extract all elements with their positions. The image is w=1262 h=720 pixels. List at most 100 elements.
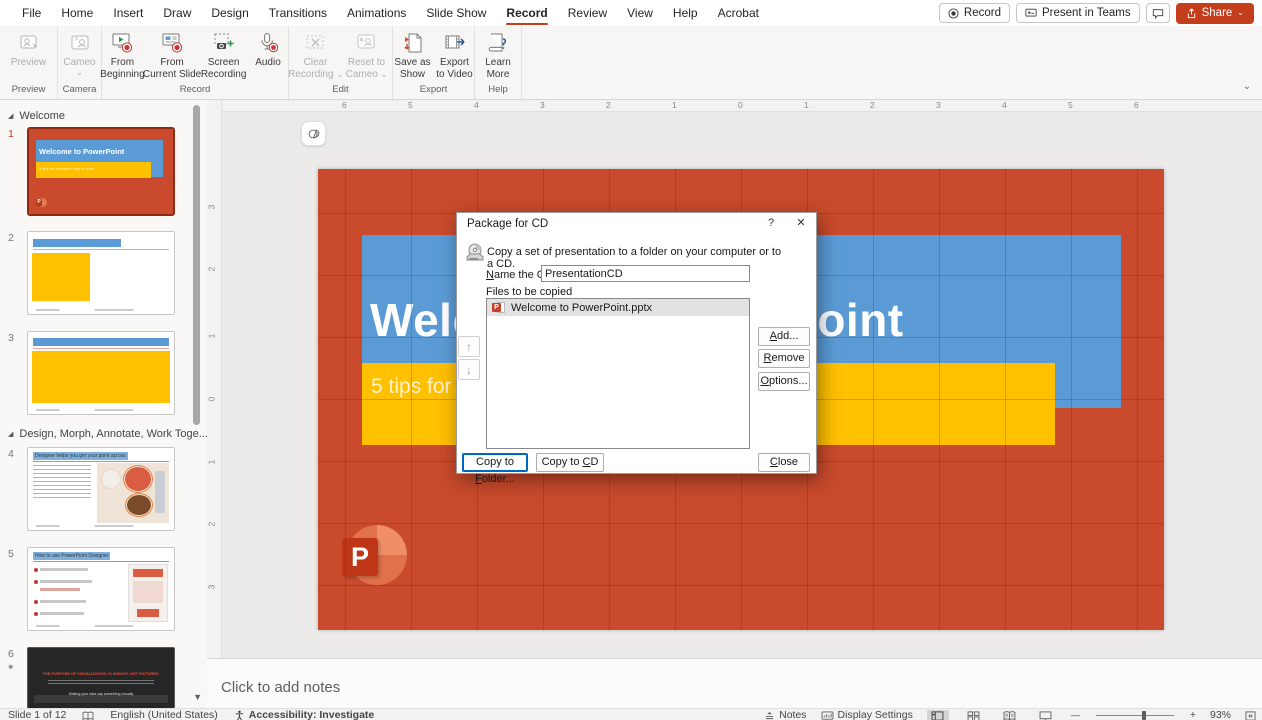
share-chevron-icon: ⌄ (1237, 9, 1244, 17)
move-up-button[interactable]: ↑ (458, 336, 480, 357)
cd-drive-icon (465, 243, 485, 265)
move-down-button[interactable]: ↓ (458, 359, 480, 380)
display-settings-icon (821, 711, 834, 720)
cd-name-input[interactable] (541, 265, 750, 282)
section-collapse-icon: ◢ (8, 430, 13, 438)
menu-acrobat[interactable]: Acrobat (708, 1, 769, 25)
ribbon-group-export: Save asShow Exportto Video Export (393, 26, 475, 99)
normal-view-button[interactable] (927, 710, 949, 720)
powerpoint-logo[interactable]: P (347, 525, 407, 585)
menu-draw[interactable]: Draw (153, 1, 201, 25)
copy-to-folder-button[interactable]: Copy to Folder... (462, 453, 528, 472)
clear-recording-button[interactable]: ClearRecording ⌄ (291, 29, 341, 80)
ribbon-group-label-edit: Edit (289, 83, 392, 99)
file-list-item[interactable]: P Welcome to PowerPoint.pptx (487, 299, 749, 316)
share-icon (1186, 8, 1197, 19)
slide-4-thumbnail[interactable]: Designer helps you get your point across (27, 447, 175, 531)
menu-transitions[interactable]: Transitions (259, 1, 337, 25)
zoom-level[interactable]: 93% (1210, 709, 1231, 720)
ribbon-group-label-export: Export (393, 83, 474, 99)
scroll-down-icon[interactable]: ▼ (193, 692, 202, 702)
ribbon-group-camera: P Cameo ⌄ Camera (58, 26, 102, 99)
reset-to-cameo-button[interactable]: Reset toCameo ⌄ (343, 29, 391, 80)
export-to-video-button[interactable]: Exportto Video (435, 29, 475, 80)
dialog-title-bar[interactable]: Package for CD ? ✕ (457, 213, 816, 234)
menu-bar: File Home Insert Draw Design Transitions… (0, 0, 1262, 26)
slide-5-thumbnail[interactable]: How to use PowerPoint Designer (27, 547, 175, 631)
notes-pane[interactable]: Click to add notes (207, 658, 1262, 708)
ribbon-group-label-record: Record (102, 83, 288, 99)
accessibility-status[interactable]: Accessibility: Investigate (234, 709, 374, 720)
slide-6-number: 6 (8, 648, 14, 660)
slide-2-thumbnail[interactable] (27, 231, 175, 315)
notes-placeholder[interactable]: Click to add notes (221, 679, 340, 696)
preview-button[interactable]: Preview (5, 29, 53, 69)
comment-icon (1152, 8, 1164, 19)
files-list[interactable]: P Welcome to PowerPoint.pptx (486, 298, 750, 449)
from-current-slide-button[interactable]: FromCurrent Slide (145, 29, 199, 80)
slideshow-view-button[interactable] (1035, 710, 1057, 720)
menu-file[interactable]: File (12, 1, 51, 25)
menu-home[interactable]: Home (51, 1, 103, 25)
designer-copilot-button[interactable] (301, 121, 326, 146)
teams-screen-icon (1025, 8, 1037, 19)
section-header-welcome[interactable]: ◢ Welcome (8, 110, 65, 122)
zoom-out-button[interactable]: — (1071, 709, 1080, 720)
slide-counter: Slide 1 of 12 (8, 709, 66, 720)
slide-6-thumbnail[interactable]: THE PURPOSE OF VISUALIZATION, IS INSIGHT… (27, 647, 175, 708)
ribbon: Preview Preview P Cameo ⌄ Camera (0, 26, 1262, 100)
notes-toggle-button[interactable]: Notes (764, 709, 806, 720)
menu-slide-show[interactable]: Slide Show (416, 1, 496, 25)
menu-animations[interactable]: Animations (337, 1, 416, 25)
cameo-button[interactable]: P Cameo ⌄ (60, 29, 100, 77)
screen-recording-icon (212, 31, 236, 55)
language-selector[interactable]: English (United States) (110, 709, 217, 720)
record-dot-icon (948, 8, 959, 19)
slide-sorter-view-button[interactable] (963, 710, 985, 720)
learn-more-button[interactable]: LearnMore (478, 29, 518, 80)
save-as-show-icon (401, 31, 425, 55)
cameo-dropdown-icon: ⌄ (76, 69, 83, 77)
screen-recording-button[interactable]: ScreenRecording (201, 29, 246, 80)
menu-view[interactable]: View (617, 1, 663, 25)
share-button[interactable]: Share ⌄ (1176, 3, 1254, 24)
sidebar-scrollbar[interactable] (193, 105, 200, 425)
dialog-help-button[interactable]: ? (756, 213, 786, 234)
present-in-teams-button[interactable]: Present in Teams (1016, 3, 1140, 23)
menu-review[interactable]: Review (558, 1, 617, 25)
save-as-show-button[interactable]: Save asShow (393, 29, 433, 80)
menu-design[interactable]: Design (201, 1, 258, 25)
copy-to-cd-button[interactable]: Copy to CD (536, 453, 604, 472)
zoom-slider[interactable] (1096, 715, 1174, 716)
horizontal-ruler: 6 5 4 3 2 1 0 1 2 3 4 5 6 (222, 100, 1262, 112)
zoom-slider-handle[interactable] (1142, 711, 1146, 720)
reading-view-button[interactable] (999, 710, 1021, 720)
options-button[interactable]: Options... (758, 372, 810, 391)
down-arrow-icon: ↓ (466, 363, 472, 377)
from-beginning-button[interactable]: FromBeginning (102, 29, 143, 80)
add-button[interactable]: Add... (758, 327, 810, 346)
menu-record-active[interactable]: Record (496, 1, 557, 25)
slide-1-thumbnail[interactable]: Welcome to PowerPoint 5 tips for a simpl… (27, 127, 175, 216)
comments-button[interactable] (1146, 3, 1170, 23)
fit-to-window-button[interactable] (1245, 711, 1256, 720)
slide-2-number: 2 (8, 232, 14, 244)
spellcheck-button[interactable] (82, 711, 94, 720)
display-settings-button[interactable]: Display Settings (821, 709, 913, 720)
record-button[interactable]: Record (939, 3, 1010, 23)
dialog-close-icon[interactable]: ✕ (786, 213, 816, 234)
menu-help[interactable]: Help (663, 1, 708, 25)
menu-insert[interactable]: Insert (103, 1, 153, 25)
remove-button[interactable]: Remove (758, 349, 810, 368)
zoom-in-button[interactable]: + (1190, 709, 1196, 720)
collapse-ribbon-icon[interactable]: ⌄ (1238, 81, 1256, 97)
notes-toggle-icon (764, 711, 775, 720)
menu-items: File Home Insert Draw Design Transitions… (0, 1, 769, 25)
microphone-record-icon (256, 31, 280, 55)
vertical-ruler: 3 2 1 0 1 2 3 (207, 100, 222, 658)
section-header-design[interactable]: ◢ Design, Morph, Annotate, Work Toge... (8, 428, 207, 440)
close-button[interactable]: Close (758, 453, 810, 472)
status-bar: Slide 1 of 12 English (United States) Ac… (0, 708, 1262, 720)
audio-button[interactable]: Audio (248, 29, 288, 69)
slide-3-thumbnail[interactable] (27, 331, 175, 415)
